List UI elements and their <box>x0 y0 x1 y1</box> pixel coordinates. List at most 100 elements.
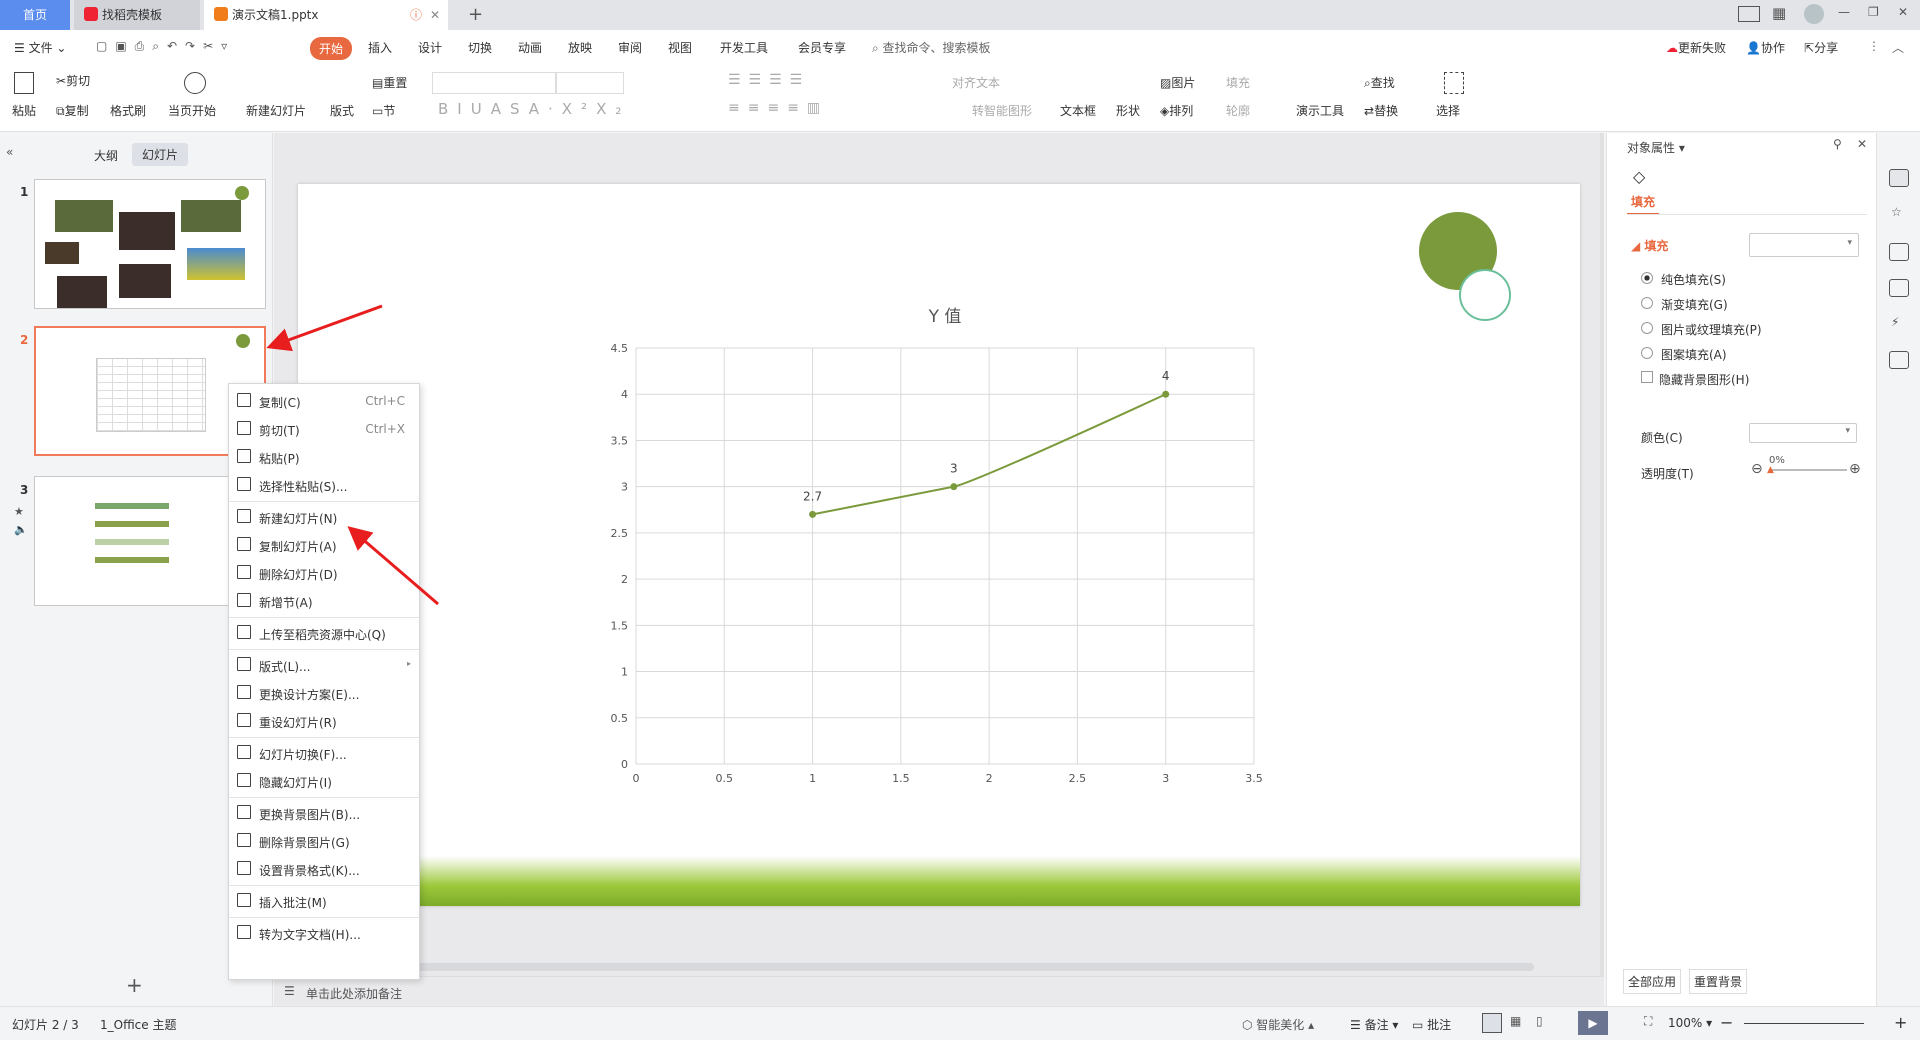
arrange-button[interactable]: ◈排列 <box>1160 102 1193 119</box>
section-button[interactable]: ▭节 <box>372 102 395 119</box>
hide-bg-checkbox[interactable] <box>1641 371 1653 383</box>
context-menu-item[interactable]: 选择性粘贴(S)... <box>229 472 419 498</box>
more-icon[interactable]: ⋮ <box>1868 39 1880 53</box>
normal-view-button[interactable] <box>1482 1013 1502 1033</box>
notes-bar[interactable]: ☰ 单击此处添加备注 <box>274 976 1604 1006</box>
file-menu[interactable]: ☰ 文件 ⌄ <box>14 39 66 56</box>
picture-button[interactable]: ▨图片 <box>1160 74 1195 91</box>
tab-slides[interactable]: 幻灯片 <box>132 143 189 166</box>
menu-review[interactable]: 审阅 <box>618 39 642 56</box>
from-current-button[interactable]: 当页开始 <box>168 102 216 119</box>
replace-button[interactable]: ⇄替换 <box>1364 102 1398 119</box>
font-format-buttons[interactable]: BIUASA·X²X₂ <box>438 100 630 118</box>
context-menu-item[interactable]: 转为文字文档(H)... <box>229 920 419 946</box>
tab-document[interactable]: 演示文稿1.pptx ⓘ ✕ <box>204 0 448 30</box>
slider-thumb[interactable]: ▲ <box>1767 465 1774 475</box>
paragraph-buttons[interactable]: ☰☰☰☰ <box>728 72 810 88</box>
menu-design[interactable]: 设计 <box>418 39 442 56</box>
align-text-button[interactable]: 对齐文本 <box>952 74 1000 91</box>
cut-button[interactable]: ✂剪切 <box>56 72 90 89</box>
menu-animation[interactable]: 动画 <box>518 39 542 56</box>
copy-button[interactable]: ⧉复制 <box>56 102 89 119</box>
slide-thumbnail-1[interactable] <box>34 179 266 309</box>
update-status[interactable]: ☁更新失败 <box>1666 39 1726 56</box>
find-button[interactable]: ⌕查找 <box>1364 74 1395 91</box>
book-search-icon[interactable] <box>1889 351 1909 369</box>
radio-solid-fill[interactable] <box>1641 272 1653 284</box>
fit-window-button[interactable]: ⛶ <box>1644 1014 1652 1029</box>
context-menu-item[interactable]: 删除幻灯片(D) <box>229 560 419 586</box>
notes-toggle[interactable]: ☰ 备注 ▾ <box>1350 1016 1398 1033</box>
select-button[interactable]: 选择 <box>1436 102 1460 119</box>
context-menu-item[interactable]: 删除背景图片(G) <box>229 828 419 854</box>
transition-icon[interactable] <box>1889 243 1909 261</box>
close-tab-icon[interactable]: ✕ <box>430 0 440 30</box>
reset-bg-button[interactable]: 重置背景 <box>1689 969 1748 994</box>
context-menu-item[interactable]: 设置背景格式(K)... <box>229 856 419 882</box>
menu-insert[interactable]: 插入 <box>368 39 392 56</box>
context-menu-item[interactable]: 上传至稻壳资源中心(Q) <box>229 620 419 646</box>
paste-button[interactable]: 粘贴 <box>12 102 36 119</box>
context-menu-item[interactable]: 复制幻灯片(A) <box>229 532 419 558</box>
context-menu-item[interactable]: 版式(L)... ▸ <box>229 652 419 678</box>
context-menu-item[interactable]: 新增节(A) <box>229 588 419 614</box>
tab-outline[interactable]: 大纲 <box>94 147 118 164</box>
shape-button[interactable]: 形状 <box>1116 102 1140 119</box>
font-size-select[interactable] <box>556 72 624 94</box>
outline-button[interactable]: 轮廓 <box>1226 102 1250 119</box>
menu-view[interactable]: 视图 <box>668 39 692 56</box>
minimize-icon[interactable]: — <box>1838 5 1850 19</box>
sorter-view-button[interactable]: ▦ <box>1510 1014 1521 1028</box>
context-menu-item[interactable]: 剪切(T) Ctrl+X <box>229 416 419 442</box>
pin-icon[interactable]: ⚲ <box>1833 137 1842 151</box>
close-window-icon[interactable]: ✕ <box>1898 5 1908 19</box>
layout-button[interactable]: 版式 <box>330 102 354 119</box>
radio-gradient-fill[interactable] <box>1641 297 1653 309</box>
fill-button[interactable]: 填充 <box>1226 74 1250 91</box>
tab-fill[interactable]: 填充 <box>1631 193 1655 210</box>
collab-button[interactable]: 👤协作 <box>1746 39 1785 56</box>
line-chart[interactable]: Y 值 0 0.5 1 1.5 2 2.5 3 3.5 4 4.5 0 0.5 1 1.5 2 2.5 3 3.5 2… <box>298 184 1580 906</box>
new-slide-button[interactable]: 新建幻灯片 <box>246 102 306 119</box>
smartart-button[interactable]: 转智能图形 <box>972 102 1032 119</box>
vertical-scrollbar[interactable] <box>1600 133 1604 976</box>
grid-icon[interactable]: ▦ <box>1772 4 1786 22</box>
panel-title[interactable]: 对象属性 ▾ <box>1627 139 1685 156</box>
menu-member[interactable]: 会员专享 <box>798 39 846 56</box>
color-select[interactable]: ▾ <box>1749 423 1857 443</box>
command-search[interactable]: ⌕ 查找命令、搜索模板 <box>872 39 991 56</box>
zoom-level[interactable]: 100% ▾ <box>1668 1016 1712 1030</box>
restore-icon[interactable]: ❐ <box>1868 5 1879 19</box>
fill-section-header[interactable]: ◢ 填充 <box>1631 237 1668 254</box>
transparency-slider[interactable] <box>1771 469 1847 471</box>
animation-icon[interactable]: ☆ <box>1891 205 1902 219</box>
reading-view-button[interactable]: ▯ <box>1536 1014 1543 1028</box>
smart-beautify-button[interactable]: ⬡ 智能美化 ▴ <box>1242 1016 1314 1033</box>
textbox-button[interactable]: 文本框 <box>1060 102 1096 119</box>
quick-access-toolbar[interactable]: ▢▣⎙⌕↶↷✂▿ <box>96 39 235 54</box>
radio-pattern-fill[interactable] <box>1641 347 1653 359</box>
collapse-ribbon-icon[interactable]: ︿ <box>1892 39 1904 56</box>
font-family-select[interactable] <box>432 72 556 94</box>
play-slideshow-button[interactable]: ▶ <box>1578 1011 1608 1035</box>
context-menu-item[interactable]: 插入批注(M) <box>229 888 419 914</box>
new-tab-button[interactable]: + <box>458 0 483 30</box>
context-menu-item[interactable]: 新建幻灯片(N) <box>229 504 419 530</box>
context-menu-item[interactable]: 更换背景图片(B)... <box>229 800 419 826</box>
increase-transparency-button[interactable]: ⊕ <box>1849 461 1861 477</box>
context-menu-item[interactable]: 复制(C) Ctrl+C <box>229 388 419 414</box>
comments-toggle[interactable]: ▭ 批注 <box>1412 1016 1451 1033</box>
tab-home[interactable]: 首页 <box>0 0 70 30</box>
layout-icon[interactable] <box>1738 6 1760 22</box>
apply-all-button[interactable]: 全部应用 <box>1623 969 1682 994</box>
context-menu-item[interactable]: 隐藏幻灯片(I) <box>229 768 419 794</box>
present-tools-button[interactable]: 演示工具 <box>1296 102 1344 119</box>
tab-templates[interactable]: 找稻壳模板 <box>74 0 200 30</box>
menu-slideshow[interactable]: 放映 <box>568 39 592 56</box>
context-menu-item[interactable]: 重设幻灯片(R) <box>229 708 419 734</box>
menu-start[interactable]: 开始 <box>310 37 353 60</box>
fill-type-select[interactable]: ▾ <box>1749 233 1859 257</box>
properties-icon[interactable] <box>1889 169 1909 187</box>
avatar[interactable] <box>1804 4 1824 24</box>
slide-canvas[interactable]: Y 值 0 0.5 1 1.5 2 2.5 3 3.5 4 4.5 0 0.5 1 1.5 2 2.5 3 3.5 2… <box>298 184 1580 906</box>
